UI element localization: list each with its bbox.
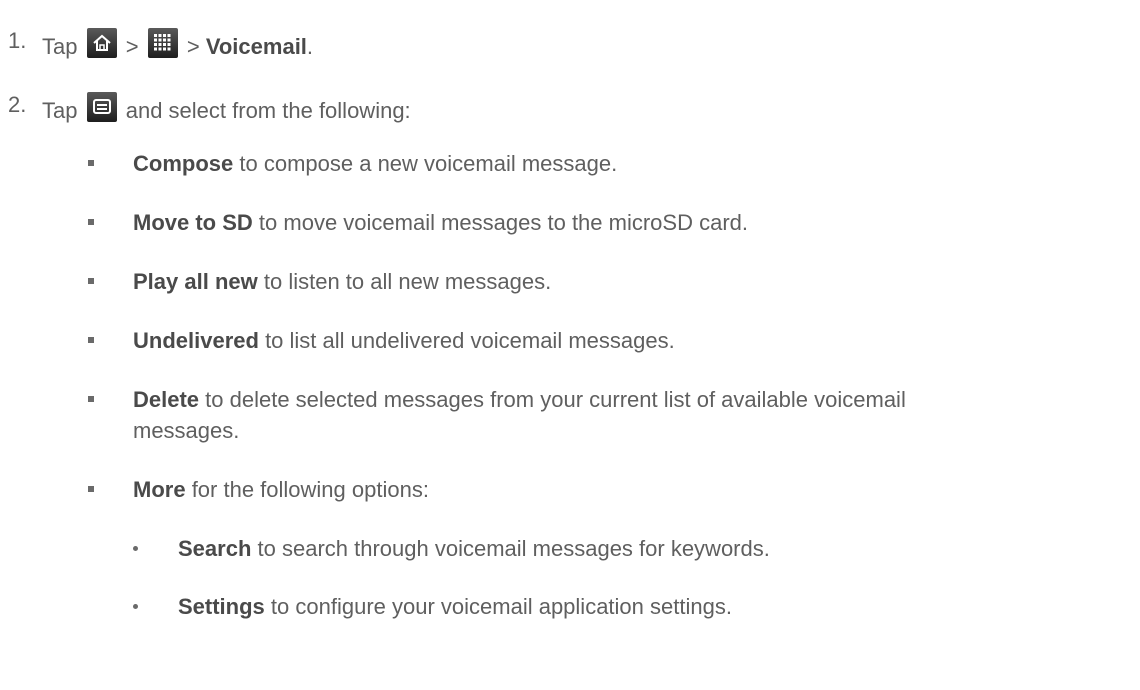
option-term: Settings <box>178 594 265 619</box>
list-item: Settings to configure your voicemail app… <box>178 594 732 620</box>
separator: > <box>125 34 139 59</box>
list-bullet <box>88 486 94 492</box>
tap-label: Tap <box>42 34 78 59</box>
option-term: Move to SD <box>133 210 253 235</box>
option-desc: to move voicemail messages to the microS… <box>258 210 748 235</box>
list-bullet <box>133 604 138 609</box>
list-bullet <box>88 219 94 225</box>
option-desc: to list all undelivered voicemail messag… <box>265 328 675 353</box>
tap-label: Tap <box>42 98 78 123</box>
option-desc: to configure your voicemail application … <box>270 594 732 619</box>
list-bullet <box>88 278 94 284</box>
step-2-rest: and select from the following: <box>125 98 411 123</box>
list-item: Search to search through voicemail messa… <box>178 536 770 562</box>
list-item-continuation: messages. <box>133 418 240 443</box>
step-number-2: 2. <box>8 92 27 117</box>
step-2-text: Tap and select from the following: <box>42 92 411 124</box>
option-desc: to delete selected messages from your cu… <box>205 387 906 412</box>
menu-icon <box>86 92 117 122</box>
option-term: Compose <box>133 151 234 176</box>
option-term: Play all new <box>133 269 258 294</box>
separator: > <box>186 34 200 59</box>
list-item: Delete to delete selected messages from … <box>133 387 906 413</box>
step-number-1: 1. <box>8 28 27 53</box>
list-item: Play all new to listen to all new messag… <box>133 269 551 295</box>
list-item: Undelivered to list all undelivered voic… <box>133 328 675 354</box>
apps-grid-icon <box>147 28 178 58</box>
list-bullet <box>88 396 94 402</box>
home-icon <box>86 28 117 58</box>
option-desc: to compose a new voicemail message. <box>239 151 618 176</box>
option-desc: for the following options: <box>191 477 429 502</box>
list-item: More for the following options: <box>133 477 429 503</box>
period: . <box>306 34 314 59</box>
option-desc: to search through voicemail messages for… <box>257 536 770 561</box>
option-term: Delete <box>133 387 200 412</box>
step-1-text: Tap > > Voicemail. <box>42 28 313 60</box>
list-item: Move to SD to move voicemail messages to… <box>133 210 748 236</box>
option-term: Search <box>178 536 252 561</box>
option-term: More <box>133 477 186 502</box>
list-bullet <box>133 546 138 551</box>
option-term: Undelivered <box>133 328 259 353</box>
option-desc: to listen to all new messages. <box>263 269 552 294</box>
list-bullet <box>88 160 94 166</box>
list-item: Compose to compose a new voicemail messa… <box>133 151 617 177</box>
voicemail-label: Voicemail <box>205 34 307 59</box>
list-bullet <box>88 337 94 343</box>
